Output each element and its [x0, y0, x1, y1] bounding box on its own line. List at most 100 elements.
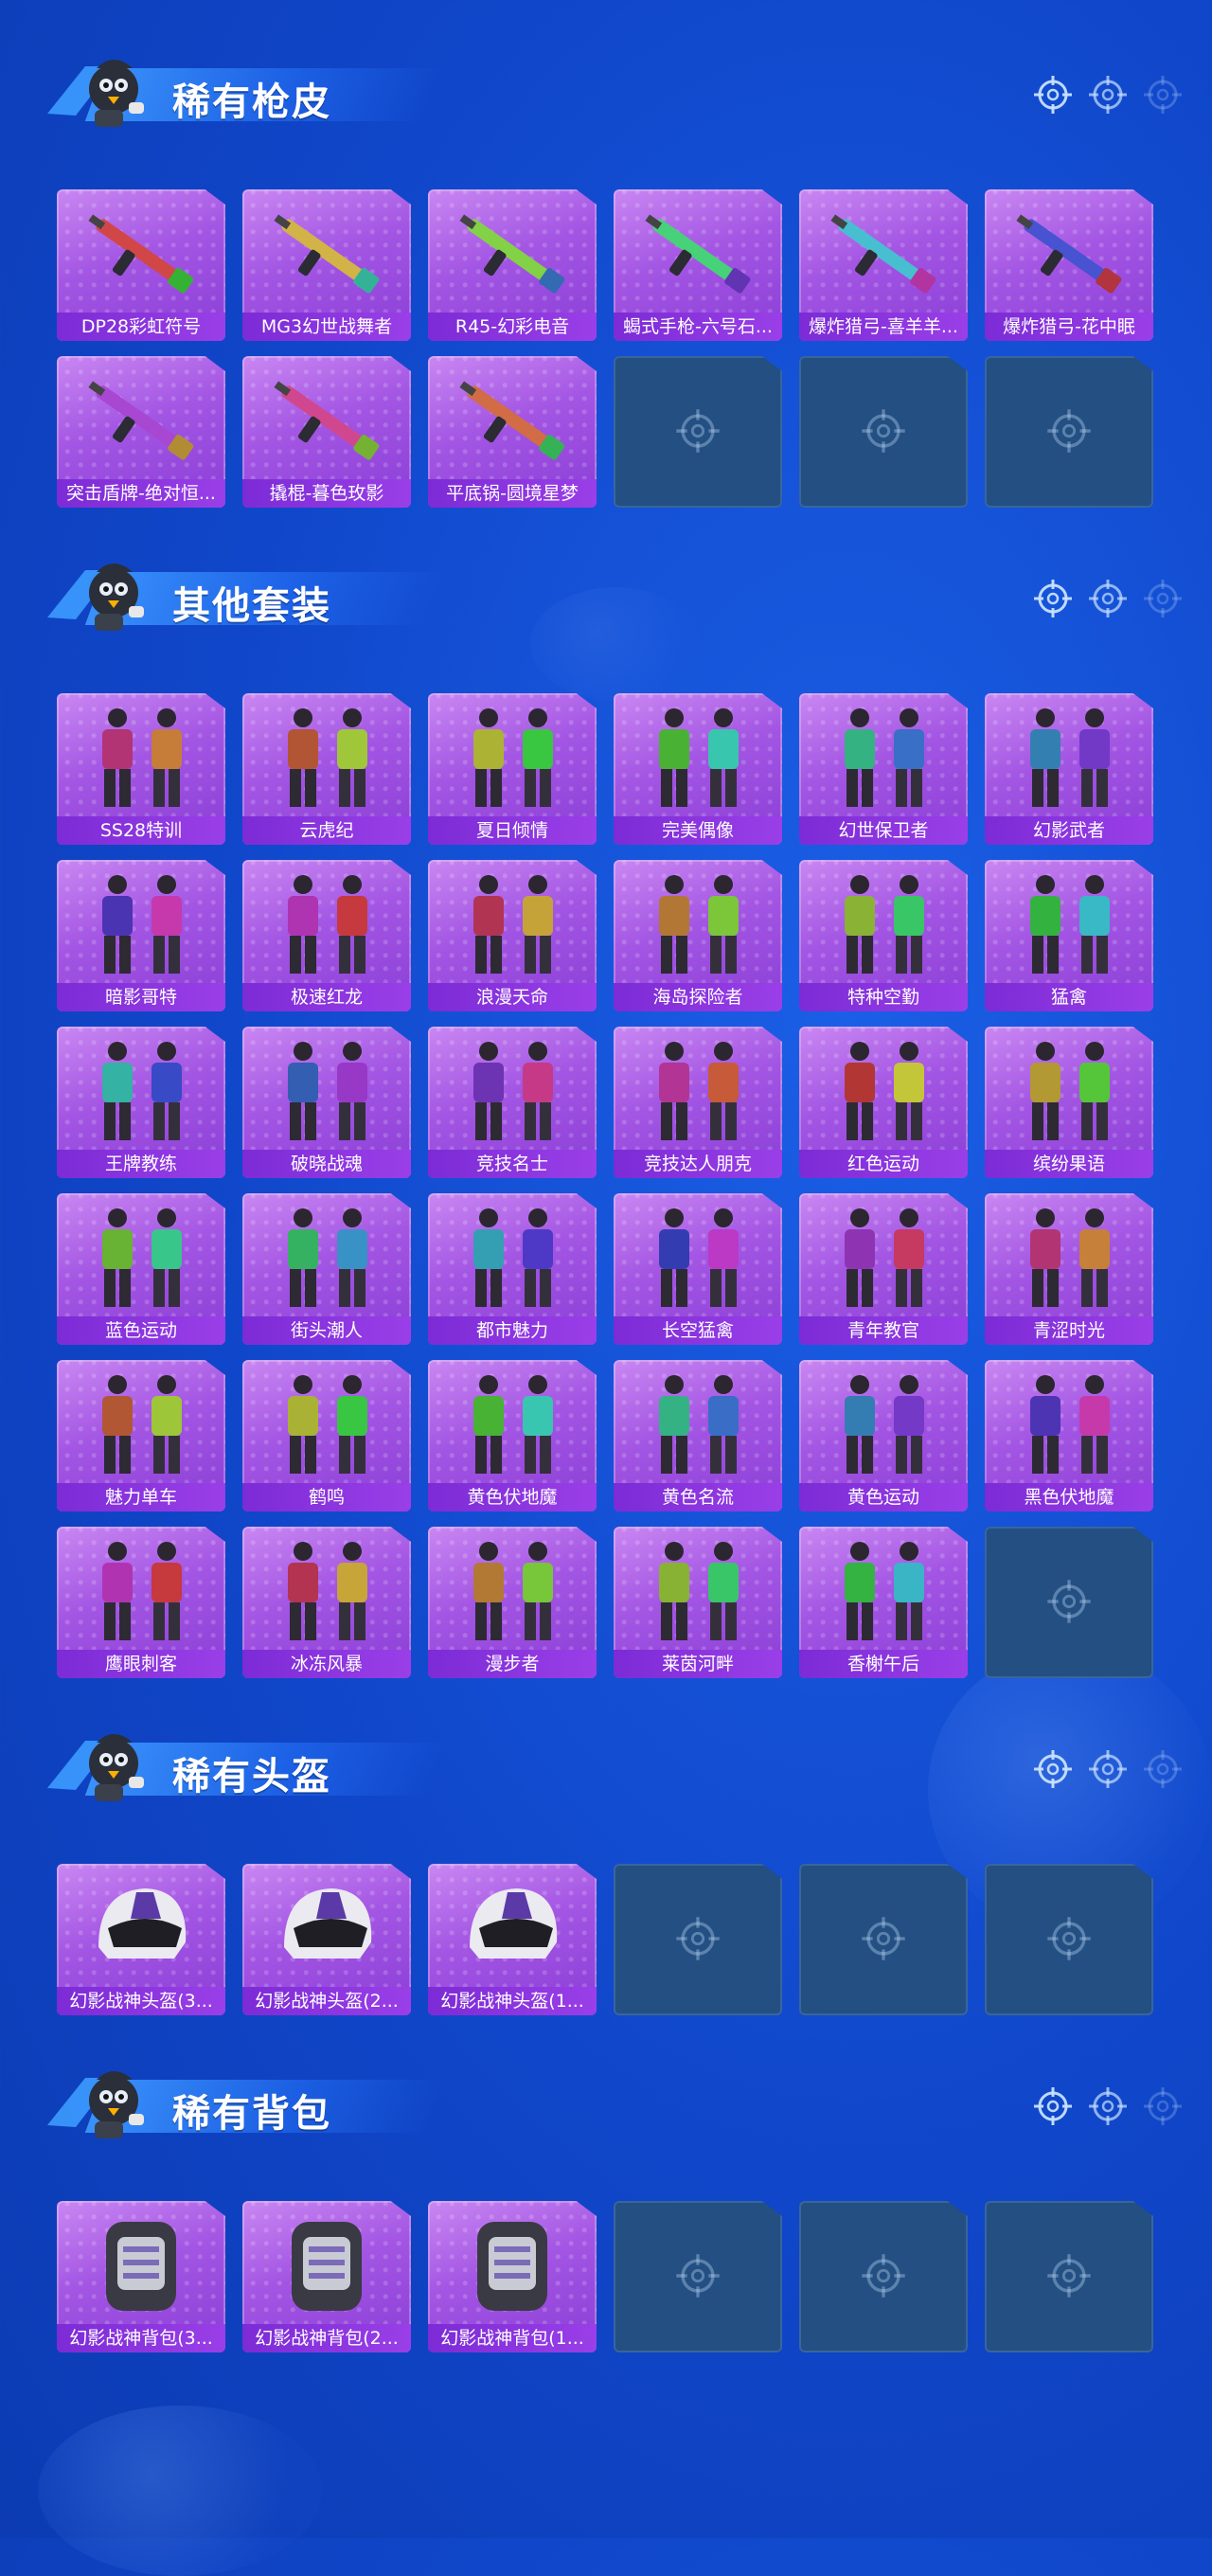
- helmet-image: [98, 1888, 187, 1959]
- item-card[interactable]: 幻影战神背包(3...: [57, 2201, 225, 2352]
- item-card[interactable]: 竞技达人朋克: [614, 1027, 782, 1178]
- item-card[interactable]: 漫步者: [428, 1527, 597, 1678]
- crosshair-icon: [862, 1917, 905, 1960]
- item-label: 爆炸猎弓-花中眠: [985, 313, 1153, 341]
- item-grid: SS28特训 云虎纪 夏日倾情 完美偶像 幻世保卫者 幻影武者暗影哥特 极速红龙 浪漫天命 海岛…: [57, 693, 1153, 1678]
- crosshair-icon: [676, 2254, 720, 2298]
- crosshair-decoration: [1032, 74, 1184, 116]
- item-card[interactable]: 爆炸猎弓-花中眠: [985, 189, 1153, 341]
- section-header: 稀有枪皮: [28, 38, 1184, 133]
- crosshair-icon: [1144, 76, 1182, 114]
- item-label: 幻影战神头盔(2...: [242, 1987, 411, 2015]
- item-card[interactable]: 冰冻风暴: [242, 1527, 411, 1678]
- item-card[interactable]: 长空猛禽: [614, 1193, 782, 1345]
- item-card[interactable]: 幻影战神头盔(3...: [57, 1864, 225, 2015]
- item-card[interactable]: SS28特训: [57, 693, 225, 845]
- item-card[interactable]: 青年教官: [799, 1193, 968, 1345]
- item-card[interactable]: 撬棍-暮色玫影: [242, 356, 411, 508]
- item-card[interactable]: 魅力单车: [57, 1360, 225, 1512]
- item-card[interactable]: 云虎纪: [242, 693, 411, 845]
- item-card[interactable]: 都市魅力: [428, 1193, 597, 1345]
- empty-slot: [614, 2201, 782, 2352]
- chicken-mascot-icon: [47, 60, 144, 127]
- item-card[interactable]: 平底锅-圆境星梦: [428, 356, 597, 508]
- section-title: 稀有背包: [172, 2092, 331, 2136]
- crosshair-icon: [1047, 1580, 1091, 1623]
- item-card[interactable]: 完美偶像: [614, 693, 782, 845]
- item-card[interactable]: 黑色伏地魔: [985, 1360, 1153, 1512]
- outfit-set-image: [473, 1042, 553, 1140]
- item-card[interactable]: 夏日倾情: [428, 693, 597, 845]
- crosshair-icon: [1047, 409, 1091, 453]
- item-card[interactable]: 特种空勤: [799, 860, 968, 1011]
- item-card[interactable]: 浪漫天命: [428, 860, 597, 1011]
- item-card[interactable]: 莱茵河畔: [614, 1527, 782, 1678]
- item-card[interactable]: 王牌教练: [57, 1027, 225, 1178]
- crosshair-icon: [676, 1917, 720, 1960]
- item-card[interactable]: 街头潮人: [242, 1193, 411, 1345]
- item-card[interactable]: 破晓战魂: [242, 1027, 411, 1178]
- crosshair-decoration: [1032, 578, 1184, 619]
- item-label: 缤纷果语: [985, 1150, 1153, 1178]
- item-card[interactable]: 香榭午后: [799, 1527, 968, 1678]
- item-card[interactable]: 缤纷果语: [985, 1027, 1153, 1178]
- chicken-mascot-icon: [47, 2071, 144, 2138]
- section-header: 其他套装: [28, 542, 1184, 636]
- item-card[interactable]: 幻影战神背包(2...: [242, 2201, 411, 2352]
- item-card[interactable]: 极速红龙: [242, 860, 411, 1011]
- item-card[interactable]: 突击盾牌-绝对恒...: [57, 356, 225, 508]
- item-card[interactable]: 幻影武者: [985, 693, 1153, 845]
- backpack-image: [292, 2222, 362, 2311]
- crosshair-icon: [1034, 580, 1072, 617]
- weapon-skin-image: [459, 214, 565, 294]
- item-card[interactable]: 爆炸猎弓-喜羊羊...: [799, 189, 968, 341]
- item-card[interactable]: 青涩时光: [985, 1193, 1153, 1345]
- item-card[interactable]: 暗影哥特: [57, 860, 225, 1011]
- item-card[interactable]: 鹤鸣: [242, 1360, 411, 1512]
- item-label: 蓝色运动: [57, 1316, 225, 1345]
- weapon-skin-image: [830, 214, 936, 294]
- item-label: 漫步者: [428, 1650, 597, 1678]
- section-header: 稀有背包: [28, 2049, 1184, 2144]
- outfit-set-image: [288, 1542, 367, 1640]
- item-card[interactable]: 蓝色运动: [57, 1193, 225, 1345]
- item-label: 青涩时光: [985, 1316, 1153, 1345]
- crosshair-icon: [1089, 1750, 1127, 1788]
- item-label: 街头潮人: [242, 1316, 411, 1345]
- item-card[interactable]: 猛禽: [985, 860, 1153, 1011]
- item-card[interactable]: 幻影战神背包(1...: [428, 2201, 597, 2352]
- item-card[interactable]: 红色运动: [799, 1027, 968, 1178]
- chicken-mascot-icon: [47, 564, 144, 631]
- item-card[interactable]: MG3幻世战舞者: [242, 189, 411, 341]
- outfit-set-image: [1030, 708, 1110, 807]
- item-card[interactable]: 蝎式手枪-六号石...: [614, 189, 782, 341]
- crosshair-decoration: [1032, 1748, 1184, 1790]
- crosshair-icon: [1144, 1750, 1182, 1788]
- item-card[interactable]: 海岛探险者: [614, 860, 782, 1011]
- outfit-set-image: [473, 1375, 553, 1474]
- item-card[interactable]: 幻世保卫者: [799, 693, 968, 845]
- item-card[interactable]: 幻影战神头盔(1...: [428, 1864, 597, 2015]
- crosshair-icon: [1144, 2087, 1182, 2125]
- backpack-image: [106, 2222, 176, 2311]
- item-label: 黄色伏地魔: [428, 1483, 597, 1512]
- crosshair-decoration: [1032, 2085, 1184, 2127]
- item-label: 莱茵河畔: [614, 1650, 782, 1678]
- crosshair-icon: [1047, 1917, 1091, 1960]
- item-card[interactable]: 鹰眼刺客: [57, 1527, 225, 1678]
- item-card[interactable]: 黄色运动: [799, 1360, 968, 1512]
- item-card[interactable]: 竞技名士: [428, 1027, 597, 1178]
- item-card[interactable]: 黄色名流: [614, 1360, 782, 1512]
- crosshair-icon: [862, 409, 905, 453]
- item-label: 青年教官: [799, 1316, 968, 1345]
- item-card[interactable]: DP28彩虹符号: [57, 189, 225, 341]
- item-card[interactable]: 黄色伏地魔: [428, 1360, 597, 1512]
- crosshair-icon: [1034, 76, 1072, 114]
- item-label: MG3幻世战舞者: [242, 313, 411, 341]
- item-label: 蝎式手枪-六号石...: [614, 313, 782, 341]
- item-card[interactable]: 幻影战神头盔(2...: [242, 1864, 411, 2015]
- item-card[interactable]: R45-幻彩电音: [428, 189, 597, 341]
- outfit-set-image: [102, 1208, 182, 1307]
- item-grid: DP28彩虹符号 MG3幻世战舞者 R45-幻彩电音 蝎式手枪-六号石... 爆炸猎弓-…: [57, 189, 1153, 508]
- outfit-set-image: [473, 1542, 553, 1640]
